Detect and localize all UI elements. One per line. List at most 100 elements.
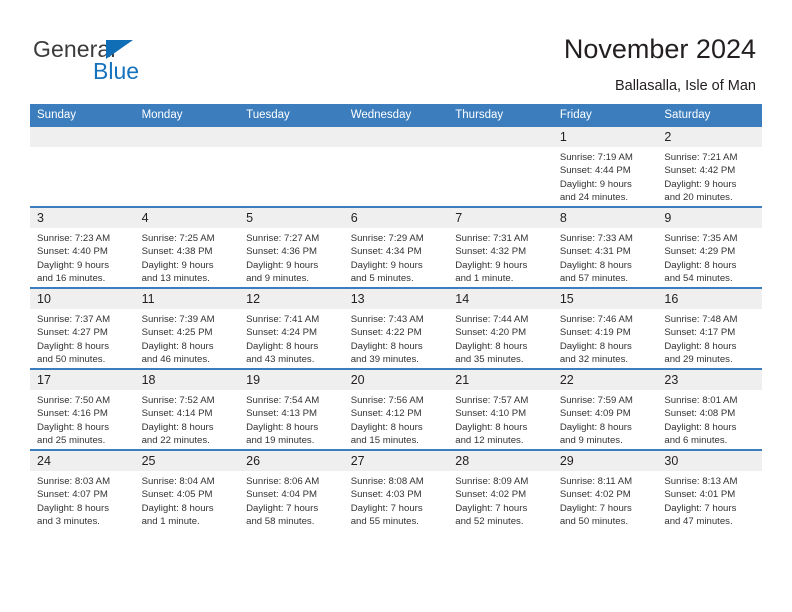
day-sun-info: Sunrise: 7:50 AM Sunset: 4:16 PM Daylight:…	[30, 390, 135, 448]
day-info-line: Sunrise: 7:19 AM	[559, 152, 633, 163]
day-sun-info: Sunrise: 8:08 AM Sunset: 4:03 PM Daylight:…	[344, 471, 449, 529]
day-info-line: Daylight: 8 hours	[455, 421, 528, 433]
day-info-line: Sunset: 4:29 PM	[664, 246, 736, 258]
calendar-day-cell[interactable]: 23 Sunrise: 8:01 AM Sunset: 4:08 PM Dayligh…	[657, 368, 762, 450]
day-info-line: Sunset: 4:44 PM	[559, 165, 631, 177]
day-info-line: and 1 minute.	[455, 273, 514, 285]
day-number: 8	[552, 208, 658, 228]
day-info-line: Sunrise: 7:52 AM	[141, 395, 215, 406]
calendar-day-cell[interactable]: 8 Sunrise: 7:33 AM Sunset: 4:31 PM Daylight…	[552, 206, 658, 288]
day-info-line: Daylight: 8 hours	[350, 340, 423, 352]
day-info-line: Sunset: 4:34 PM	[350, 246, 422, 258]
day-info-line: Daylight: 8 hours	[141, 340, 214, 352]
day-sun-info: Sunrise: 8:04 AM Sunset: 4:05 PM Daylight:…	[135, 471, 240, 529]
day-info-line: Daylight: 8 hours	[350, 421, 423, 433]
day-info-line: and 58 minutes.	[246, 516, 315, 528]
day-info-line: Sunrise: 7:33 AM	[559, 233, 633, 244]
day-number	[30, 127, 135, 147]
calendar-day-cell[interactable]: 17 Sunrise: 7:50 AM Sunset: 4:16 PM Dayligh…	[30, 368, 135, 450]
day-info-line: Sunset: 4:22 PM	[350, 327, 422, 339]
day-number: 5	[239, 208, 344, 228]
day-sun-info: Sunrise: 7:48 AM Sunset: 4:17 PM Daylight:…	[657, 309, 762, 367]
calendar-day-cell[interactable]: 9 Sunrise: 7:35 AM Sunset: 4:29 PM Daylight…	[657, 206, 762, 288]
calendar-day-cell[interactable]: 28 Sunrise: 8:09 AM Sunset: 4:02 PM Dayligh…	[448, 449, 553, 530]
day-info-line: Daylight: 9 hours	[455, 259, 528, 271]
day-info-line: Sunrise: 7:39 AM	[141, 314, 215, 325]
calendar-day-cell[interactable]: 5 Sunrise: 7:27 AM Sunset: 4:36 PM Daylight…	[239, 206, 344, 288]
calendar-day-cell[interactable]: 2 Sunrise: 7:21 AM Sunset: 4:42 PM Daylight…	[657, 127, 762, 207]
day-info-line: Sunset: 4:19 PM	[559, 327, 631, 339]
calendar-day-cell[interactable]: 19 Sunrise: 7:54 AM Sunset: 4:13 PM Dayligh…	[239, 368, 344, 450]
day-sun-info: Sunrise: 7:25 AM Sunset: 4:38 PM Daylight:…	[135, 228, 240, 286]
day-info-line: Daylight: 8 hours	[37, 421, 109, 433]
day-sun-info: Sunrise: 7:46 AM Sunset: 4:19 PM Daylight:…	[553, 309, 658, 367]
calendar-day-cell[interactable]: 13 Sunrise: 7:43 AM Sunset: 4:22 PM Dayligh…	[343, 287, 449, 369]
day-number: 14	[448, 289, 553, 309]
calendar-day-cell[interactable]: 18 Sunrise: 7:52 AM Sunset: 4:14 PM Dayligh…	[134, 368, 240, 450]
weekday-header-row: Sunday Monday Tuesday Wednesday Thursday…	[30, 104, 762, 127]
calendar-day-cell[interactable]: 22 Sunrise: 7:59 AM Sunset: 4:09 PM Dayligh…	[552, 368, 658, 450]
calendar-day-cell[interactable]: 1 Sunrise: 7:19 AM Sunset: 4:44 PM Daylight…	[552, 127, 658, 207]
day-info-line: Sunset: 4:03 PM	[350, 489, 422, 501]
calendar-day-cell[interactable]: 21 Sunrise: 7:57 AM Sunset: 4:10 PM Dayligh…	[448, 368, 553, 450]
day-info-line: and 19 minutes.	[246, 435, 315, 447]
calendar-day-cell[interactable]: 25 Sunrise: 8:04 AM Sunset: 4:05 PM Dayligh…	[134, 449, 240, 530]
calendar-day-cell[interactable]: 27 Sunrise: 8:08 AM Sunset: 4:03 PM Dayligh…	[343, 449, 449, 530]
day-info-line: Sunset: 4:20 PM	[455, 327, 527, 339]
day-info-line: Sunset: 4:09 PM	[559, 408, 631, 420]
calendar-day-cell[interactable]: 4 Sunrise: 7:25 AM Sunset: 4:38 PM Daylight…	[134, 206, 240, 288]
day-number: 24	[30, 451, 135, 471]
brand-triangle-icon	[106, 40, 133, 59]
calendar-day-cell[interactable]: 20 Sunrise: 7:56 AM Sunset: 4:12 PM Dayligh…	[343, 368, 449, 450]
day-info-line: and 50 minutes.	[37, 354, 106, 366]
day-number: 9	[657, 208, 762, 228]
calendar-day-cell[interactable]: 15 Sunrise: 7:46 AM Sunset: 4:19 PM Dayligh…	[552, 287, 658, 369]
brand-logo[interactable]: General Blue	[33, 36, 233, 84]
calendar-day-cell[interactable]: 29 Sunrise: 8:11 AM Sunset: 4:02 PM Dayligh…	[552, 449, 658, 530]
day-info-line: Daylight: 7 hours	[246, 502, 319, 514]
day-info-line: Sunrise: 8:03 AM	[37, 476, 111, 487]
day-info-line: Daylight: 8 hours	[37, 340, 109, 352]
day-info-line: Sunset: 4:24 PM	[246, 327, 318, 339]
day-number: 22	[552, 370, 658, 390]
calendar-day-cell[interactable]: 3 Sunrise: 7:23 AM Sunset: 4:40 PM Daylight…	[30, 206, 135, 288]
day-info-line: Daylight: 7 hours	[559, 502, 632, 514]
day-sun-info: Sunrise: 7:56 AM Sunset: 4:12 PM Daylight:…	[344, 390, 449, 448]
day-info-line: and 29 minutes.	[664, 354, 733, 366]
day-info-line: and 15 minutes.	[350, 435, 419, 447]
day-info-line: Sunrise: 7:43 AM	[350, 314, 424, 325]
day-sun-info	[344, 147, 449, 151]
calendar-day-cell[interactable]: 14 Sunrise: 7:44 AM Sunset: 4:20 PM Dayligh…	[448, 287, 553, 369]
calendar-empty-cell	[134, 127, 240, 207]
day-info-line: Sunrise: 8:06 AM	[246, 476, 320, 487]
calendar-day-cell[interactable]: 11 Sunrise: 7:39 AM Sunset: 4:25 PM Dayligh…	[134, 287, 240, 369]
day-info-line: Daylight: 7 hours	[455, 502, 528, 514]
day-info-line: and 32 minutes.	[559, 354, 629, 366]
day-info-line: Daylight: 8 hours	[141, 421, 214, 433]
calendar-empty-cell	[239, 127, 344, 207]
day-info-line: Sunset: 4:12 PM	[350, 408, 422, 420]
calendar-empty-cell	[343, 127, 449, 207]
day-info-line: and 3 minutes.	[37, 516, 100, 528]
calendar-day-cell[interactable]: 6 Sunrise: 7:29 AM Sunset: 4:34 PM Daylight…	[343, 206, 449, 288]
day-info-line: Sunrise: 7:41 AM	[246, 314, 320, 325]
calendar-day-cell[interactable]: 12 Sunrise: 7:41 AM Sunset: 4:24 PM Dayligh…	[239, 287, 344, 369]
day-info-line: Sunrise: 7:54 AM	[246, 395, 320, 406]
calendar-day-cell[interactable]: 7 Sunrise: 7:31 AM Sunset: 4:32 PM Daylight…	[448, 206, 553, 288]
page-title: November 2024	[563, 34, 756, 64]
calendar-day-cell[interactable]: 24 Sunrise: 8:03 AM Sunset: 4:07 PM Dayligh…	[30, 449, 135, 530]
day-number: 6	[343, 208, 449, 228]
calendar-day-cell[interactable]: 26 Sunrise: 8:06 AM Sunset: 4:04 PM Dayligh…	[239, 449, 344, 530]
day-info-line: Daylight: 9 hours	[37, 259, 109, 271]
day-info-line: and 57 minutes.	[559, 273, 629, 285]
calendar-day-cell[interactable]: 30 Sunrise: 8:13 AM Sunset: 4:01 PM Dayligh…	[657, 449, 762, 530]
calendar-day-cell[interactable]: 10 Sunrise: 7:37 AM Sunset: 4:27 PM Dayligh…	[30, 287, 135, 369]
calendar-day-cell[interactable]: 16 Sunrise: 7:48 AM Sunset: 4:17 PM Dayligh…	[657, 287, 762, 369]
day-info-line: Sunrise: 7:59 AM	[559, 395, 633, 406]
day-sun-info: Sunrise: 7:21 AM Sunset: 4:42 PM Daylight:…	[657, 147, 762, 205]
day-info-line: Sunrise: 7:46 AM	[559, 314, 633, 325]
day-info-line: and 55 minutes.	[350, 516, 419, 528]
day-info-line: Sunset: 4:16 PM	[37, 408, 108, 420]
day-number: 17	[30, 370, 135, 390]
day-info-line: Sunset: 4:10 PM	[455, 408, 527, 420]
